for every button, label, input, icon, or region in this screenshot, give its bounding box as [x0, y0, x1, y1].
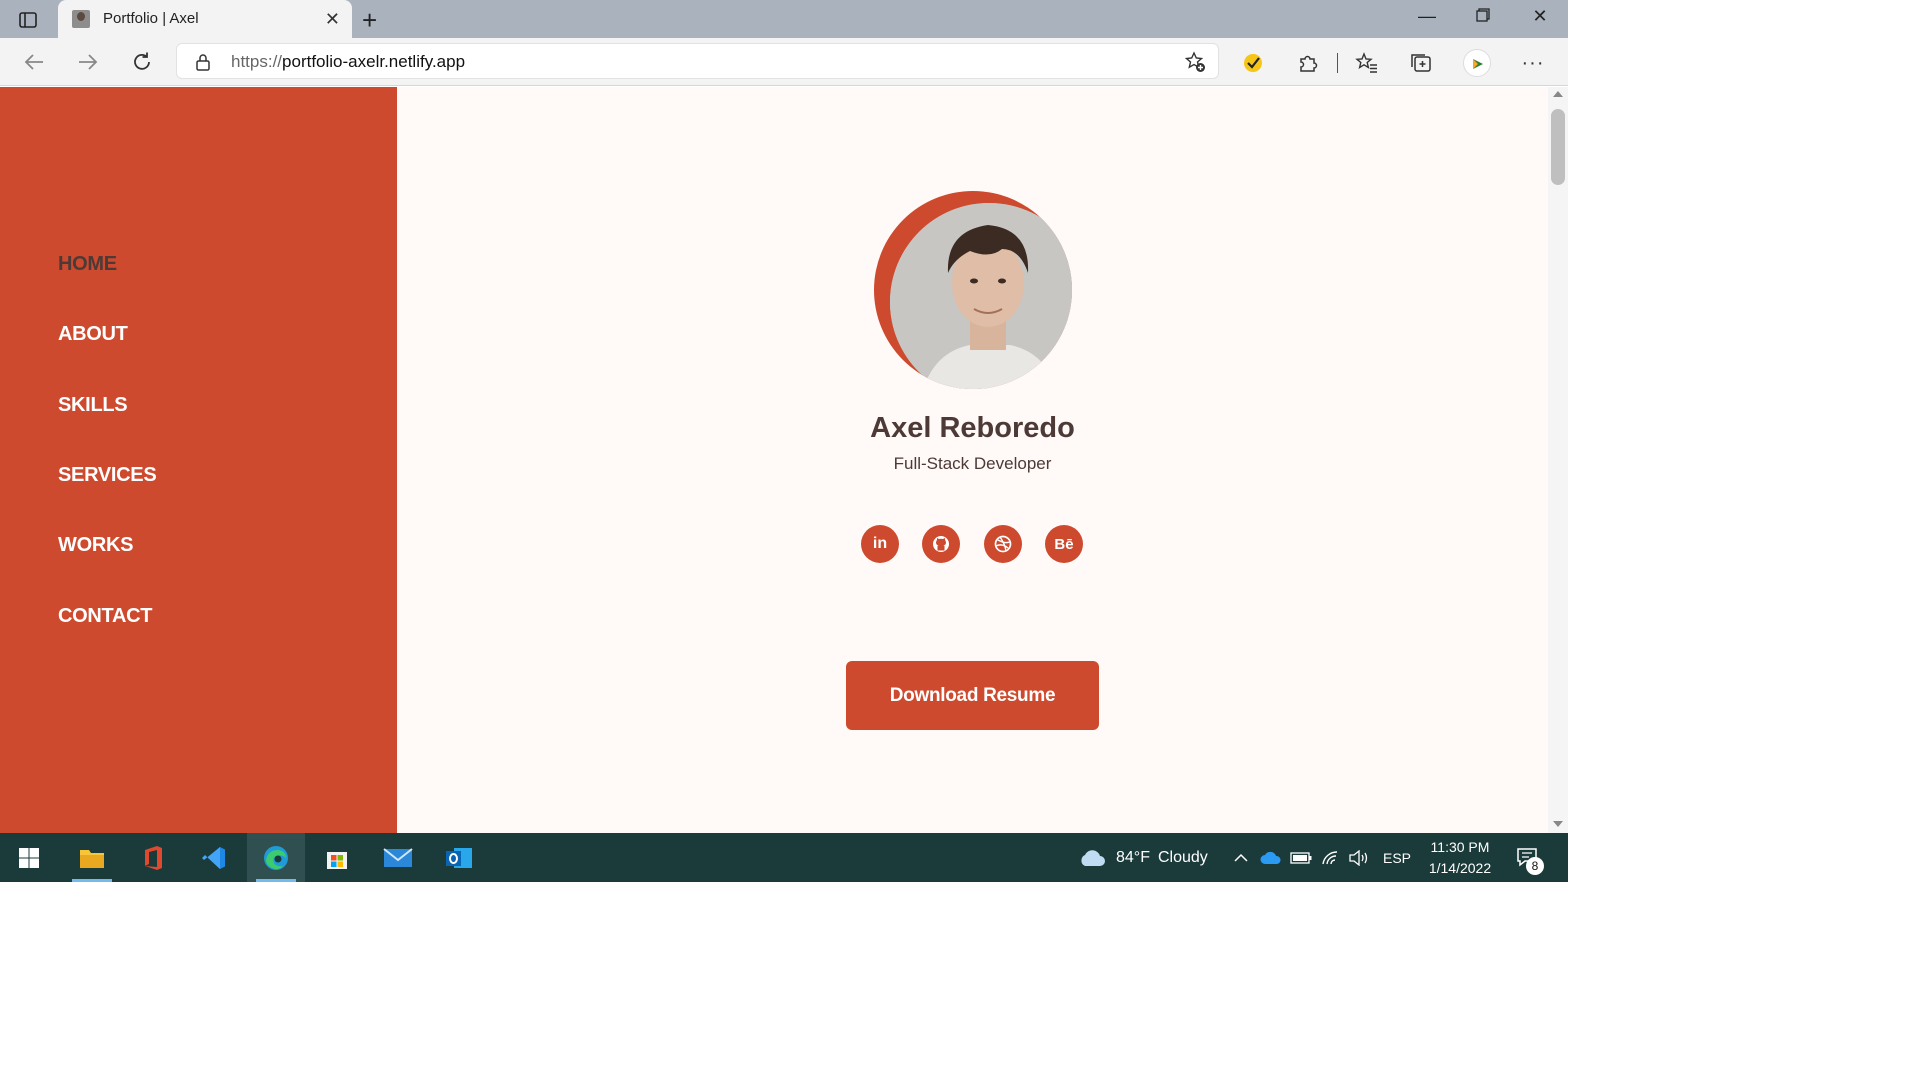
profile-name: Axel Reboredo [870, 412, 1075, 444]
outlook-icon[interactable] [430, 833, 488, 882]
onedrive-icon[interactable] [1260, 833, 1282, 882]
active-app-indicator [256, 879, 296, 882]
sidebar-nav: HOME ABOUT SKILLS SERVICES WORKS CONTACT [0, 87, 397, 833]
windows-taskbar: 84°F Cloudy ESP 11:30 PM 1/14/2022 8 [0, 833, 1568, 882]
new-tab-button[interactable]: + [362, 5, 377, 36]
browser-tab-bar: Portfolio | Axel ✕ + — ✕ [0, 0, 1568, 38]
nav-services[interactable]: SERVICES [58, 464, 157, 487]
collections-icon[interactable] [1408, 50, 1434, 76]
language-indicator[interactable]: ESP [1383, 833, 1411, 882]
weather-widget[interactable]: 84°F Cloudy [1078, 833, 1208, 882]
tab-close-icon[interactable]: ✕ [325, 9, 340, 30]
weather-text: Cloudy [1157, 848, 1208, 866]
weather-temp: 84°F [1116, 848, 1150, 866]
clock-time: 11:30 PM [1430, 839, 1490, 855]
browser-tab[interactable]: Portfolio | Axel ✕ [58, 0, 352, 38]
profile-photo-frame [874, 191, 1072, 389]
nav-skills[interactable]: SKILLS [58, 394, 128, 417]
behance-icon[interactable]: Bē [1045, 525, 1083, 563]
refresh-button[interactable] [127, 48, 157, 76]
close-window-button[interactable]: ✕ [1525, 6, 1555, 27]
edge-browser-icon[interactable] [247, 833, 305, 882]
address-bar[interactable]: https://portfolio-axelr.netlify.app [176, 43, 1219, 79]
active-app-indicator [72, 879, 112, 882]
battery-icon[interactable] [1290, 833, 1312, 882]
nav-works[interactable]: WORKS [58, 534, 133, 557]
tab-favicon-icon [72, 10, 90, 28]
restore-button[interactable] [1468, 6, 1498, 27]
file-explorer-icon[interactable] [63, 833, 121, 882]
scroll-thumb[interactable] [1551, 109, 1565, 185]
mail-icon[interactable] [369, 833, 427, 882]
show-hidden-icons-icon[interactable] [1233, 833, 1249, 882]
toolbar-divider [1337, 53, 1338, 73]
profile-avatar[interactable] [1463, 49, 1491, 77]
add-favorite-icon[interactable] [1184, 51, 1206, 78]
browser-toolbar: https://portfolio-axelr.netlify.app ··· [0, 38, 1568, 86]
favorites-icon[interactable] [1354, 50, 1380, 76]
vscode-icon[interactable] [185, 833, 243, 882]
office-icon[interactable] [124, 833, 182, 882]
notification-count-badge: 8 [1526, 857, 1544, 875]
extension-check-icon[interactable] [1240, 50, 1266, 76]
tab-title: Portfolio | Axel [103, 10, 199, 27]
wifi-icon[interactable] [1321, 833, 1341, 882]
forward-button[interactable] [73, 48, 103, 76]
taskbar-clock[interactable]: 11:30 PM 1/14/2022 [1412, 837, 1508, 879]
linkedin-glyph: in [872, 535, 888, 552]
more-options-icon[interactable]: ··· [1520, 50, 1546, 76]
cloud-icon [1081, 849, 1105, 866]
nav-home[interactable]: HOME [58, 253, 117, 276]
minimize-button[interactable]: — [1412, 6, 1442, 27]
url-text[interactable]: https://portfolio-axelr.netlify.app [231, 52, 465, 72]
behance-glyph: Bē [1054, 535, 1074, 553]
url-host: portfolio-axelr.netlify.app [282, 52, 466, 71]
download-resume-button[interactable]: Download Resume [846, 661, 1099, 730]
nav-about[interactable]: ABOUT [58, 323, 128, 346]
extensions-icon[interactable] [1295, 50, 1321, 76]
scroll-up-arrow-icon[interactable] [1553, 91, 1563, 97]
profile-role: Full-Stack Developer [893, 454, 1052, 473]
profile-photo [890, 203, 1072, 389]
microsoft-store-icon[interactable] [308, 833, 366, 882]
volume-icon[interactable] [1348, 833, 1370, 882]
page-scrollbar[interactable] [1548, 87, 1568, 833]
linkedin-icon[interactable]: in [861, 525, 899, 563]
url-protocol: https:// [231, 52, 283, 71]
lock-icon[interactable] [195, 53, 211, 76]
clock-date: 1/14/2022 [1428, 860, 1492, 876]
github-icon[interactable] [922, 525, 960, 563]
scroll-down-arrow-icon[interactable] [1553, 821, 1563, 827]
back-button[interactable] [19, 48, 49, 76]
dribbble-icon[interactable] [984, 525, 1022, 563]
tab-actions-icon[interactable] [14, 8, 42, 32]
windows-start-icon[interactable] [0, 833, 58, 882]
nav-contact[interactable]: CONTACT [58, 605, 152, 628]
hero-section: Axel Reboredo Full-Stack Developer in Bē… [397, 87, 1548, 833]
notification-center-icon[interactable]: 8 [1516, 847, 1544, 875]
